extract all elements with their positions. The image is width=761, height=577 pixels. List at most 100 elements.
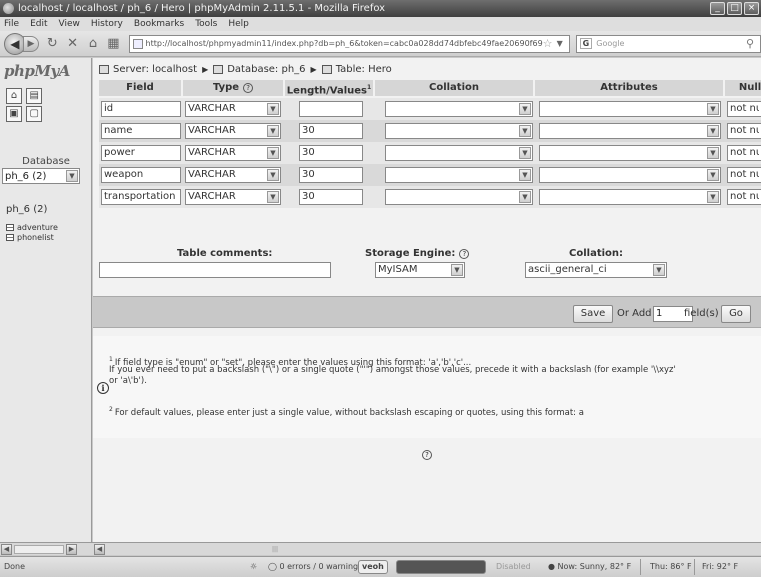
scroll-grip-icon[interactable]: ||| — [272, 546, 278, 553]
forward-button[interactable]: ▶ — [22, 35, 40, 52]
type-select[interactable]: VARCHAR ▼ — [185, 189, 281, 205]
url-bar[interactable]: http://localhost/phpmyadmin11/index.php?… — [128, 34, 570, 53]
query-window-icon[interactable]: ▤ — [26, 88, 43, 104]
home-icon[interactable]: ⌂ — [86, 36, 100, 52]
chevron-down-icon[interactable]: ▼ — [66, 170, 78, 182]
search-engine-icon[interactable]: G — [579, 38, 593, 49]
null-select[interactable]: not null▼ — [727, 145, 761, 161]
weather-now[interactable]: ● Now: Sunny, 82° F — [548, 562, 631, 571]
weather-fri[interactable]: Fri: 92° F — [702, 562, 738, 571]
menu-view[interactable]: View — [59, 19, 80, 29]
chevron-down-icon[interactable]: ▼ — [267, 125, 279, 137]
weather-thu[interactable]: Thu: 86° F — [650, 562, 692, 571]
menu-history[interactable]: History — [91, 19, 123, 29]
chevron-down-icon[interactable]: ▼ — [707, 191, 719, 203]
type-select[interactable]: VARCHAR ▼ — [185, 101, 281, 117]
veoh-badge[interactable]: veoh — [358, 560, 388, 574]
chevron-down-icon[interactable]: ▼ — [653, 264, 665, 276]
chevron-down-icon[interactable]: ▼ — [451, 264, 463, 276]
menu-help[interactable]: Help — [228, 19, 249, 29]
chevron-down-icon[interactable]: ▼ — [267, 147, 279, 159]
type-select[interactable]: VARCHAR ▼ — [185, 167, 281, 183]
storage-engine-select[interactable]: MyISAM ▼ — [375, 262, 465, 278]
chevron-down-icon[interactable]: ▼ — [707, 147, 719, 159]
type-select[interactable]: VARCHAR ▼ — [185, 123, 281, 139]
maximize-button[interactable]: □ — [727, 2, 742, 15]
attributes-select[interactable]: ▼ — [539, 167, 721, 183]
horizontal-scrollbar[interactable]: ◀ ▶ ◀ ||| — [0, 542, 761, 555]
attributes-select[interactable]: ▼ — [539, 123, 721, 139]
collation-select[interactable]: ▼ — [385, 189, 533, 205]
stop-icon[interactable]: ✕ — [65, 36, 79, 52]
phpmyadmin-logo[interactable]: phpMyA — [4, 62, 70, 80]
null-select[interactable]: not null▼ — [727, 189, 761, 205]
chevron-down-icon[interactable]: ▼ — [519, 191, 531, 203]
star-icon[interactable]: ☆ — [543, 37, 557, 50]
length-input[interactable]: 30 — [299, 167, 363, 183]
scrollbar-track[interactable] — [14, 545, 64, 554]
history-dropdown-icon[interactable]: ▼ — [557, 39, 569, 48]
table-name[interactable]: adventure — [17, 223, 58, 232]
minimize-button[interactable]: _ — [710, 2, 725, 15]
attributes-select[interactable]: ▼ — [539, 189, 721, 205]
home-icon[interactable]: ⌂ — [6, 88, 22, 104]
collation-select[interactable]: ▼ — [385, 101, 533, 117]
save-button[interactable]: Save — [573, 305, 613, 323]
database-select[interactable]: ph_6 (2) ▼ — [2, 168, 80, 184]
table-list-item[interactable]: adventure — [6, 222, 58, 232]
close-button[interactable]: × — [744, 2, 759, 15]
length-input[interactable]: 30 — [299, 189, 363, 205]
attributes-select[interactable]: ▼ — [539, 145, 721, 161]
scroll-right-icon[interactable]: ▶ — [66, 544, 77, 555]
site-identity-icon[interactable] — [132, 38, 143, 49]
help-icon[interactable]: ? — [422, 450, 432, 460]
chevron-down-icon[interactable]: ▼ — [707, 103, 719, 115]
chevron-down-icon[interactable]: ▼ — [519, 125, 531, 137]
null-select[interactable]: not null▼ — [727, 101, 761, 117]
table-comments-input[interactable] — [99, 262, 331, 278]
null-select[interactable]: not null▼ — [727, 123, 761, 139]
disabled-status[interactable]: Disabled — [496, 562, 531, 571]
field-name-input[interactable]: id — [101, 101, 181, 117]
table-list-item[interactable]: phonelist — [6, 232, 58, 242]
breadcrumb-table[interactable]: Table: Hero — [336, 64, 392, 75]
help-icon[interactable]: ? — [243, 83, 254, 93]
error-console-status[interactable]: ◯ 0 errors / 0 warnings — [268, 562, 362, 571]
breadcrumb-server[interactable]: Server: localhost — [113, 64, 197, 75]
collation-select[interactable]: ▼ — [385, 123, 533, 139]
url-text[interactable]: http://localhost/phpmyadmin11/index.php?… — [146, 39, 543, 48]
menu-bookmarks[interactable]: Bookmarks — [134, 19, 184, 29]
menu-file[interactable]: File — [4, 19, 19, 29]
menu-edit[interactable]: Edit — [30, 19, 47, 29]
field-name-input[interactable]: name — [101, 123, 181, 139]
field-name-input[interactable]: weapon — [101, 167, 181, 183]
length-input[interactable]: 30 — [299, 145, 363, 161]
scroll-left-icon[interactable]: ◀ — [94, 544, 105, 555]
table-name[interactable]: phonelist — [17, 233, 54, 242]
chevron-down-icon[interactable]: ▼ — [707, 125, 719, 137]
field-name-input[interactable]: transportation — [101, 189, 181, 205]
scroll-left-icon[interactable]: ◀ — [1, 544, 12, 555]
menu-tools[interactable]: Tools — [195, 19, 217, 29]
chevron-down-icon[interactable]: ▼ — [267, 191, 279, 203]
type-select[interactable]: VARCHAR ▼ — [185, 145, 281, 161]
current-database-link[interactable]: ph_6 (2) — [6, 204, 47, 215]
help-icon[interactable]: ? — [459, 248, 470, 259]
sql-icon[interactable]: ▣ — [6, 106, 22, 122]
reload-icon[interactable]: ↻ — [45, 36, 59, 52]
field-name-input[interactable]: power — [101, 145, 181, 161]
bookmark-page-icon[interactable]: ▦ — [106, 36, 120, 52]
veoh-progress[interactable] — [396, 560, 486, 574]
documentation-icon[interactable]: ▢ — [26, 106, 43, 122]
addon-icon[interactable]: ☼ — [250, 562, 257, 571]
chevron-down-icon[interactable]: ▼ — [519, 169, 531, 181]
search-input[interactable]: Google — [596, 39, 746, 48]
collation-select[interactable]: ▼ — [385, 145, 533, 161]
length-input[interactable]: 30 — [299, 123, 363, 139]
breadcrumb-database[interactable]: Database: ph_6 — [227, 64, 305, 75]
go-button[interactable]: Go — [721, 305, 751, 323]
collation-select[interactable]: ▼ — [385, 167, 533, 183]
null-select[interactable]: not null▼ — [727, 167, 761, 183]
chevron-down-icon[interactable]: ▼ — [707, 169, 719, 181]
table-collation-select[interactable]: ascii_general_ci ▼ — [525, 262, 667, 278]
